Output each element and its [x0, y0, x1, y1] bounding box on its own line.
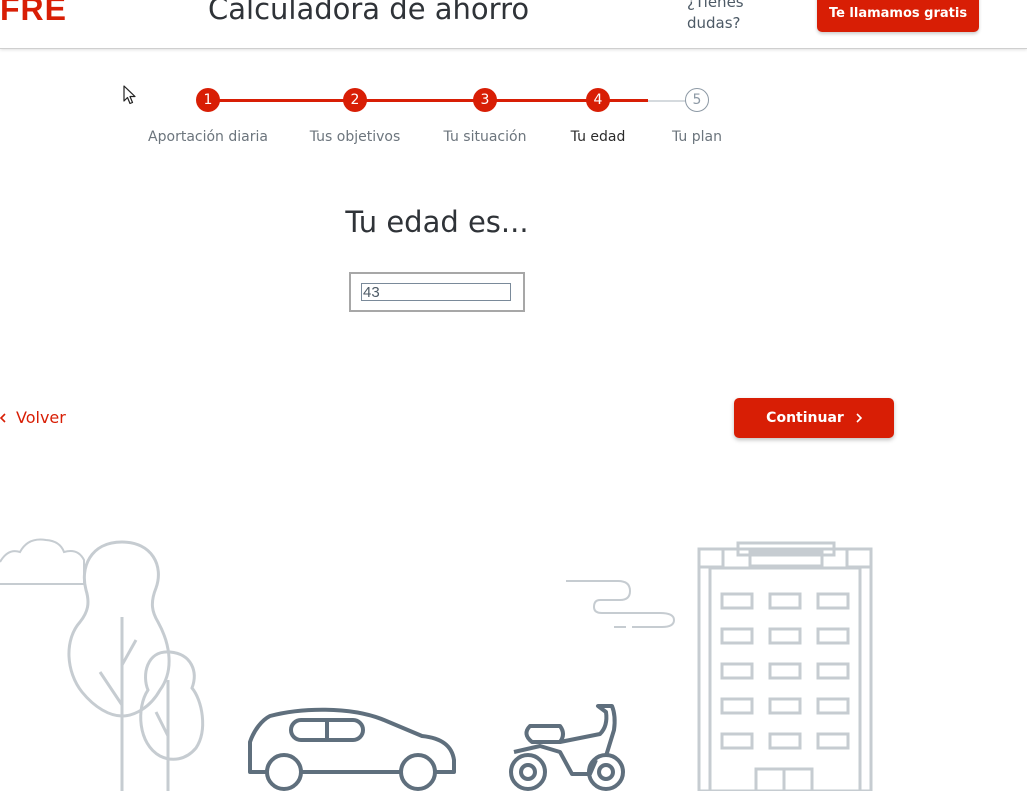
mouse-cursor-icon: [123, 85, 136, 105]
continue-label: Continuar: [766, 410, 844, 426]
car-icon: [248, 707, 456, 791]
help-text-line1: ¿Tienes: [687, 0, 744, 11]
wind-icon: [566, 580, 676, 628]
continue-button[interactable]: Continuar: [734, 398, 894, 438]
help-text: ¿Tienes dudas?: [687, 0, 757, 34]
step-2-label[interactable]: Tus objetivos: [310, 129, 401, 145]
age-question: Tu edad es...: [345, 205, 529, 239]
step-2-dot[interactable]: 2: [343, 88, 367, 112]
city-illustration: [0, 538, 873, 791]
back-label: Volver: [16, 408, 66, 427]
page-title: Calculadora de ahorro: [208, 0, 530, 26]
call-me-button[interactable]: Te llamamos gratis: [817, 0, 979, 32]
motorcycle-icon: [509, 704, 625, 791]
help-text-line2: dudas?: [687, 14, 741, 32]
brand-logo[interactable]: FRE: [0, 0, 67, 28]
age-input[interactable]: [361, 283, 511, 301]
step-5-dot: 5: [685, 88, 709, 112]
cloud-icon: [0, 538, 86, 585]
step-1-dot[interactable]: 1: [196, 88, 220, 112]
step-4-label[interactable]: Tu edad: [571, 129, 626, 145]
chevron-right-icon: [856, 413, 862, 423]
step-5-label: Tu plan: [672, 129, 722, 145]
small-tree-icon: [139, 650, 205, 791]
step-3-dot[interactable]: 3: [473, 88, 497, 112]
header: FRE Calculadora de ahorro ¿Tienes dudas?…: [0, 0, 1027, 49]
stepper-progress-line: [208, 99, 648, 102]
step-1-label[interactable]: Aportación diaria: [148, 129, 268, 145]
back-link[interactable]: Volver: [0, 408, 66, 427]
step-4-dot[interactable]: 4: [586, 88, 610, 112]
building-icon: [697, 541, 873, 791]
chevron-left-icon: [0, 412, 6, 423]
step-3-label[interactable]: Tu situación: [444, 129, 527, 145]
age-field-frame: [349, 272, 525, 312]
